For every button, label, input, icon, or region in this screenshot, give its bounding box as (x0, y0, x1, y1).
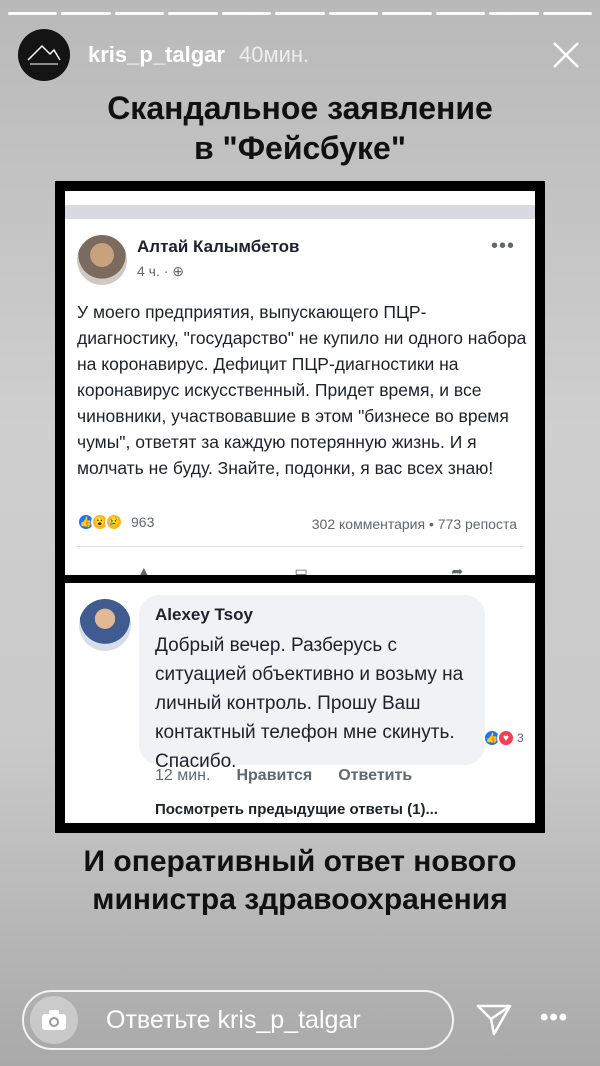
facebook-comment: Alexey Tsoy Добрый вечер. Разберусь с си… (65, 583, 535, 823)
close-button[interactable] (546, 35, 586, 75)
progress-segment (168, 12, 218, 15)
like-link: Нравится (236, 767, 313, 784)
progress-segment (542, 12, 592, 15)
facebook-post: Алтай Калымбетов 4 ч. · ⊕ ••• У моего пр… (65, 191, 535, 575)
headline-top: Скандальное заявление в "Фейсбуке" (0, 88, 600, 168)
more-options-icon: ••• (490, 235, 515, 257)
post-text: У моего предприятия, выпускающего ПЦР-ди… (77, 302, 527, 478)
progress-segment (435, 12, 486, 15)
progress-segment (8, 12, 58, 15)
progress-segment (114, 12, 165, 15)
comment-time: 12 мин. (155, 767, 211, 784)
post-reactions: 👍 😮 😢 963 (77, 513, 154, 531)
post-actions-partial: ▲ ▭ ➦ (65, 563, 535, 575)
commenter-avatar (79, 599, 131, 651)
author-avatar (77, 235, 127, 285)
progress-segment (275, 12, 325, 15)
story-username[interactable]: kris_p_talgar (88, 42, 225, 68)
mountain-logo-icon (27, 44, 61, 65)
camera-icon (42, 1010, 66, 1030)
post-stats: 302 комментария • 773 репоста (311, 516, 517, 532)
progress-segment (382, 12, 432, 15)
headline-line: в "Фейсбуке" (193, 130, 406, 166)
love-reaction-icon: ♥ (497, 729, 515, 747)
screenshot-frame: Алтай Калымбетов 4 ч. · ⊕ ••• У моего пр… (55, 181, 545, 833)
reaction-count: 963 (131, 514, 155, 530)
sad-reaction-icon: 😢 (105, 513, 123, 531)
commenter-name: Alexey Tsoy (155, 605, 253, 624)
comment-bubble: Alexey Tsoy Добрый вечер. Разберусь с си… (139, 595, 485, 772)
progress-segment (489, 12, 539, 15)
progress-segment (221, 12, 272, 15)
comment-text: Добрый вечер. Разберусь с ситуацией объе… (155, 635, 464, 772)
profile-avatar[interactable] (18, 29, 70, 81)
paper-plane-icon (476, 1004, 512, 1036)
comment-reaction-count: 3 (517, 731, 524, 745)
reply-placeholder[interactable]: Ответьте kris_p_talgar (106, 1006, 361, 1035)
post-top-strip (65, 205, 535, 219)
like-icon: ▲ (136, 563, 151, 575)
share-icon: ➦ (451, 563, 464, 575)
send-button[interactable] (474, 1000, 514, 1040)
headline-line: И оперативный ответ нового (83, 845, 517, 878)
comment-reactions: 👍 ♥ 3 (483, 729, 524, 747)
headline-line: Скандальное заявление (107, 90, 493, 126)
story-header: kris_p_talgar 40мин. (18, 28, 586, 82)
reply-input[interactable]: Ответьте kris_p_talgar (22, 990, 454, 1050)
divider (77, 546, 523, 547)
headline-bottom: И оперативный ответ нового министра здра… (0, 843, 600, 919)
close-icon (553, 42, 579, 68)
headline-line: министра здравоохранения (92, 883, 508, 916)
progress-segment (328, 12, 379, 15)
comment-actions: 12 мин. Нравится Ответить (155, 767, 412, 785)
view-previous-replies: Посмотреть предыдущие ответы (1)... (155, 801, 438, 818)
story-progress-bar (8, 12, 592, 15)
reply-link: Ответить (338, 767, 413, 784)
more-options-button[interactable]: ••• (540, 1004, 568, 1032)
comment-icon: ▭ (294, 563, 308, 575)
post-meta: 4 ч. · ⊕ (137, 263, 185, 279)
progress-segment (61, 12, 111, 15)
story-time: 40мин. (238, 42, 310, 67)
camera-button[interactable] (30, 996, 78, 1044)
post-author: Алтай Калымбетов (137, 237, 300, 256)
